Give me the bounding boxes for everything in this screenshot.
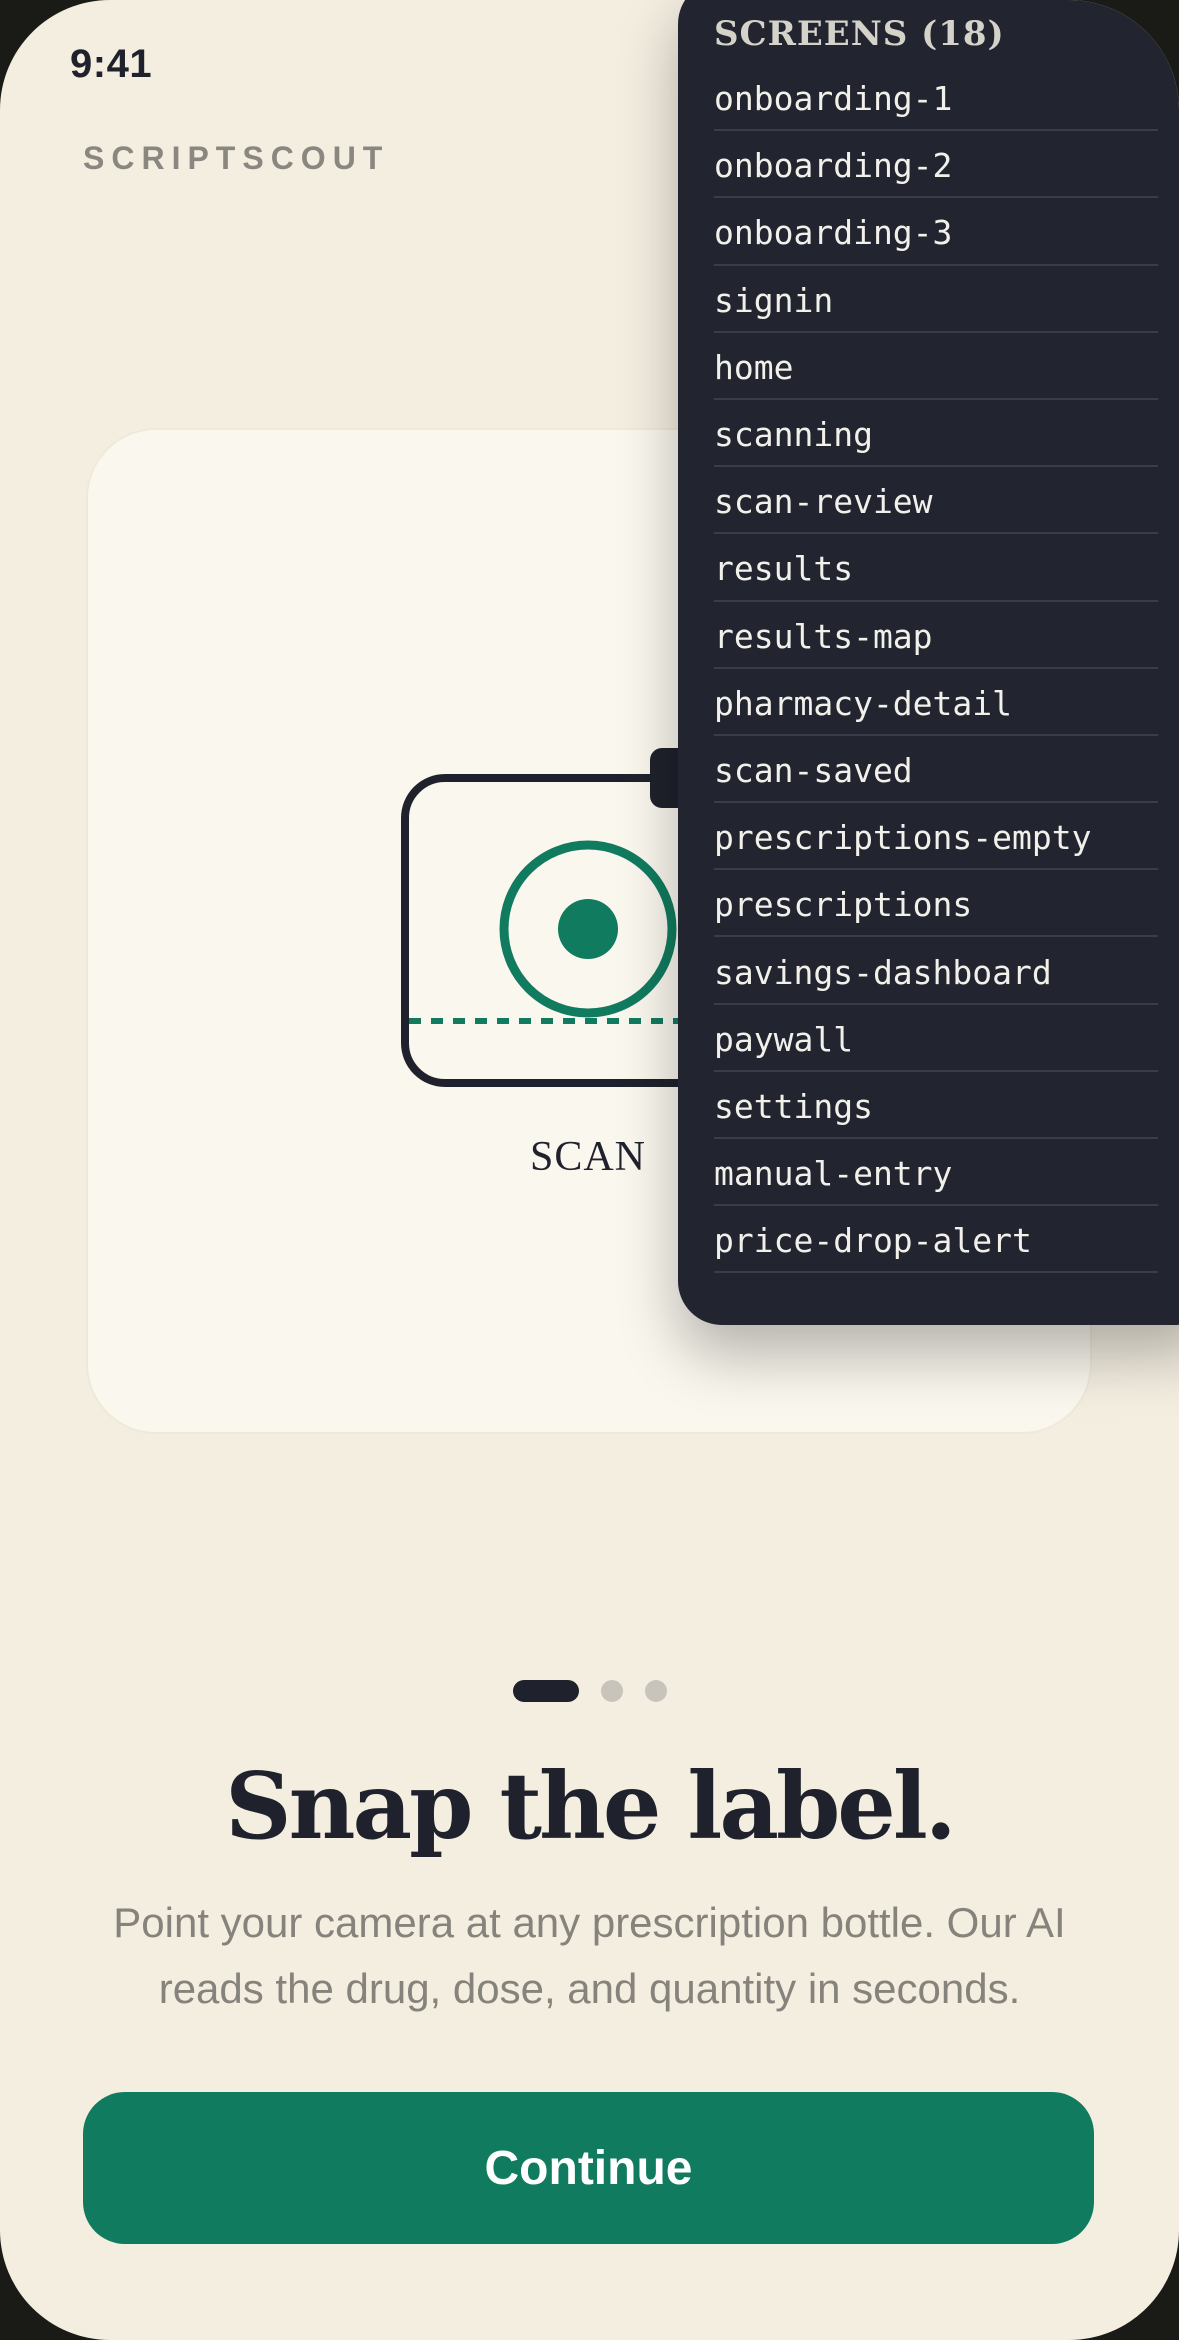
screen-link-signin[interactable]: signin bbox=[714, 266, 1158, 333]
page-dot-1[interactable] bbox=[512, 1680, 579, 1702]
screen-link-price-drop-alert[interactable]: price-drop-alert bbox=[714, 1206, 1158, 1274]
phone-screen: 9:41 SCRIPTSCOUT SCAN Snap the label. Po… bbox=[0, 0, 1179, 2340]
page-dot-2[interactable] bbox=[600, 1680, 623, 1702]
screen-link-manual-entry[interactable]: manual-entry bbox=[714, 1139, 1158, 1207]
screen-link-savings-dashboard[interactable]: savings-dashboard bbox=[714, 937, 1158, 1005]
screen-link-pharmacy-detail[interactable]: pharmacy-detail bbox=[714, 669, 1158, 736]
screen-link-home[interactable]: home bbox=[714, 333, 1158, 400]
screen-link-prescriptions[interactable]: prescriptions bbox=[714, 870, 1158, 938]
screen-link-onboarding-1[interactable]: onboarding-1 bbox=[714, 64, 1158, 132]
screen-link-onboarding-2[interactable]: onboarding-2 bbox=[714, 131, 1158, 199]
screens-panel-title: SCREENS (18) bbox=[714, 14, 1005, 54]
screens-list: onboarding-1 onboarding-2 onboarding-3 s… bbox=[714, 64, 1158, 1274]
onboarding-headline: Snap the label. bbox=[225, 1752, 957, 1860]
onboarding-description: Point your camera at any prescription bo… bbox=[113, 1899, 1066, 2012]
page-dot-3[interactable] bbox=[644, 1680, 667, 1702]
screens-panel: SCREENS (18) onboarding-1 onboarding-2 o… bbox=[678, 0, 1179, 1325]
page-indicator bbox=[0, 1680, 1179, 1702]
screen-link-onboarding-3[interactable]: onboarding-3 bbox=[714, 198, 1158, 266]
screen-link-scanning[interactable]: scanning bbox=[714, 400, 1158, 468]
screen-link-prescriptions-empty[interactable]: prescriptions-empty bbox=[714, 803, 1158, 871]
screen-link-settings[interactable]: settings bbox=[714, 1072, 1158, 1139]
screen-link-scan-review[interactable]: scan-review bbox=[714, 467, 1158, 535]
screen-link-paywall[interactable]: paywall bbox=[714, 1005, 1158, 1072]
screen-link-results-map[interactable]: results-map bbox=[714, 602, 1158, 669]
screen-link-results[interactable]: results bbox=[714, 534, 1158, 602]
illustration-label: SCAN bbox=[529, 1134, 647, 1180]
screen-link-scan-saved[interactable]: scan-saved bbox=[714, 736, 1158, 804]
camera-lens-dot-icon bbox=[558, 899, 618, 959]
continue-button[interactable]: Continue bbox=[83, 2092, 1094, 2244]
